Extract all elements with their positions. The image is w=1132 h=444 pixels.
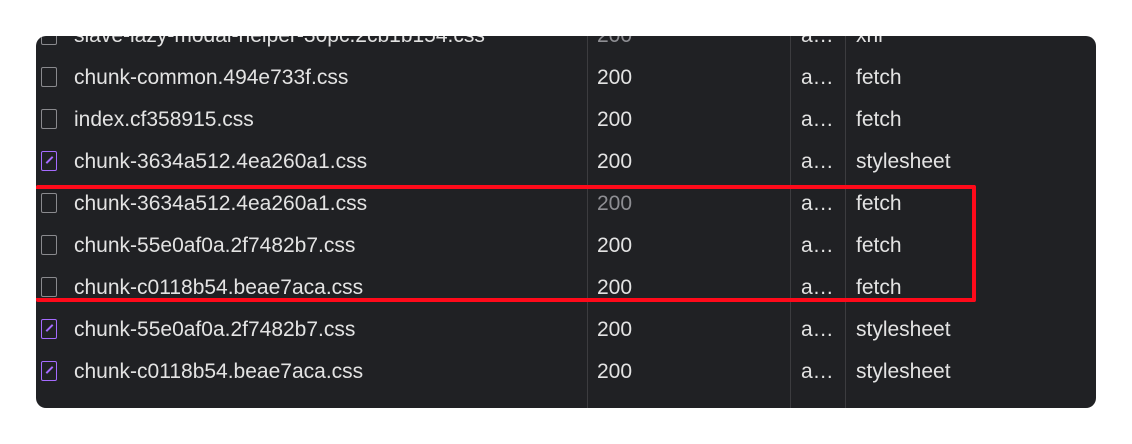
request-row[interactable]: chunk-55e0af0a.2f7482b7.css 200 a… styleshe… — [36, 309, 1096, 351]
file-icon — [41, 109, 57, 129]
request-list: slave-lazy-modal-helper-30pc.2cb1b154.cs… — [36, 36, 1096, 393]
request-type: stylesheet — [856, 318, 951, 341]
request-name[interactable]: chunk-55e0af0a.2f7482b7.css — [74, 225, 355, 267]
request-name[interactable]: chunk-c0118b54.beae7aca.css — [74, 267, 363, 309]
stylesheet-file-icon — [41, 361, 57, 381]
request-status: 200 — [597, 318, 633, 341]
request-status: 200 — [597, 150, 633, 173]
request-name[interactable]: chunk-common.494e733f.css — [74, 57, 348, 99]
file-icon — [41, 36, 57, 45]
request-row[interactable]: chunk-3634a512.4ea260a1.css 200 a… styleshe… — [36, 141, 1096, 183]
row-icon-cell — [41, 309, 59, 351]
request-status: 200 — [597, 276, 633, 299]
request-status: 200 — [597, 66, 633, 89]
request-name[interactable]: chunk-3634a512.4ea260a1.css — [74, 183, 367, 225]
request-status: 200 — [597, 192, 633, 215]
request-initiator[interactable]: a… — [801, 183, 834, 225]
row-icon-cell — [41, 183, 59, 225]
request-initiator[interactable]: a… — [801, 267, 834, 309]
stylesheet-file-icon — [41, 151, 57, 171]
request-type: fetch — [856, 276, 902, 299]
request-name[interactable]: chunk-3634a512.4ea260a1.css — [74, 141, 367, 183]
request-initiator[interactable]: a… — [801, 351, 834, 393]
file-icon — [41, 67, 57, 87]
request-type: fetch — [856, 66, 902, 89]
request-initiator[interactable]: a… — [801, 36, 834, 57]
row-icon-cell — [41, 225, 59, 267]
file-icon — [41, 235, 57, 255]
row-icon-cell — [41, 351, 59, 393]
request-status: 200 — [597, 234, 633, 257]
request-row[interactable]: chunk-c0118b54.beae7aca.css 200 a… fetch — [36, 267, 1096, 309]
request-initiator[interactable]: a… — [801, 57, 834, 99]
request-row[interactable]: chunk-3634a512.4ea260a1.css 200 a… fetch — [36, 183, 1096, 225]
request-name[interactable]: chunk-55e0af0a.2f7482b7.css — [74, 309, 355, 351]
row-icon-cell — [41, 99, 59, 141]
request-row[interactable]: slave-lazy-modal-helper-30pc.2cb1b154.cs… — [36, 36, 1096, 57]
request-status: 200 — [597, 36, 632, 57]
request-name[interactable]: slave-lazy-modal-helper-30pc.2cb1b154.cs… — [74, 36, 485, 57]
request-initiator[interactable]: a… — [801, 225, 834, 267]
request-type: xhr — [856, 36, 885, 57]
stylesheet-file-icon — [41, 319, 57, 339]
request-row[interactable]: chunk-common.494e733f.css 200 a… fetch — [36, 57, 1096, 99]
request-initiator[interactable]: a… — [801, 99, 834, 141]
request-name[interactable]: chunk-c0118b54.beae7aca.css — [74, 351, 363, 393]
row-icon-cell — [41, 36, 59, 57]
request-type: fetch — [856, 192, 902, 215]
row-icon-cell — [41, 141, 59, 183]
file-icon — [41, 193, 57, 213]
request-row[interactable]: chunk-c0118b54.beae7aca.css 200 a… styleshe… — [36, 351, 1096, 393]
request-type: fetch — [856, 108, 902, 131]
request-status: 200 — [597, 108, 633, 131]
request-type: fetch — [856, 234, 902, 257]
request-initiator[interactable]: a… — [801, 309, 834, 351]
request-row[interactable]: chunk-55e0af0a.2f7482b7.css 200 a… fetch — [36, 225, 1096, 267]
file-icon — [41, 277, 57, 297]
request-type: stylesheet — [856, 360, 951, 383]
request-status: 200 — [597, 360, 633, 383]
network-requests-panel: slave-lazy-modal-helper-30pc.2cb1b154.cs… — [36, 36, 1096, 408]
request-initiator[interactable]: a… — [801, 141, 834, 183]
request-name[interactable]: index.cf358915.css — [74, 99, 254, 141]
request-type: stylesheet — [856, 150, 951, 173]
row-icon-cell — [41, 267, 59, 309]
row-icon-cell — [41, 57, 59, 99]
request-row[interactable]: index.cf358915.css 200 a… fetch — [36, 99, 1096, 141]
